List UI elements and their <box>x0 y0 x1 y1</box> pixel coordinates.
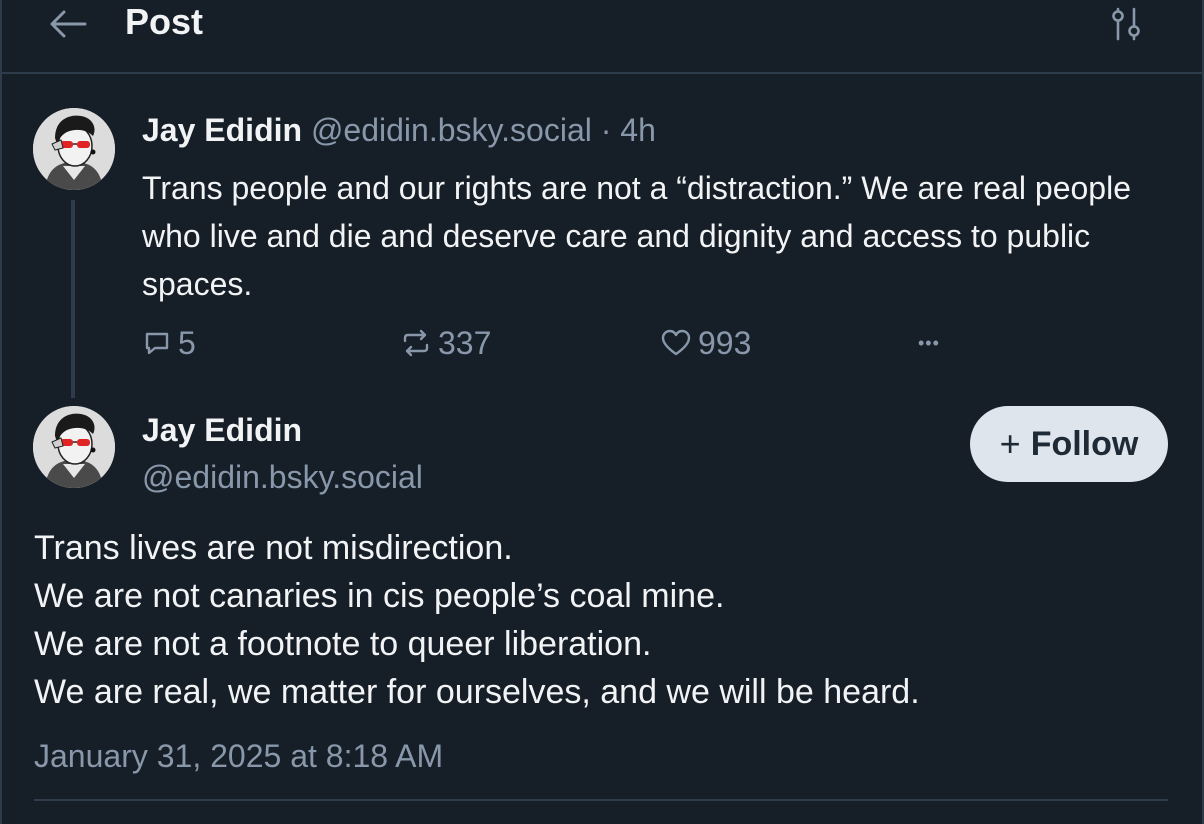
like-button[interactable]: 993 <box>660 320 751 366</box>
avatar-illustration <box>33 406 115 488</box>
post-line: Trans lives are not misdirection. <box>34 529 513 567</box>
reply-icon <box>145 332 169 355</box>
repost-icon <box>403 329 429 357</box>
post-line: We are real, we matter for ourselves, an… <box>34 673 920 711</box>
main-author-handle[interactable]: @edidin.bsky.social <box>142 455 423 499</box>
parent-author-avatar[interactable] <box>33 108 115 190</box>
arrow-left-icon <box>50 10 87 38</box>
like-count: 993 <box>698 324 752 361</box>
meta-separator: · <box>600 112 612 148</box>
main-author-name[interactable]: Jay Edidin <box>142 408 302 452</box>
thread-connector-line <box>71 200 75 398</box>
back-button[interactable] <box>44 2 92 46</box>
frame-left-border <box>0 0 2 824</box>
thread-settings-button[interactable] <box>1106 2 1146 46</box>
parent-author-row: Jay Edidin @edidin.bsky.social · 4h <box>142 110 656 150</box>
page-title: Post <box>125 1 204 42</box>
header-bar: Post <box>0 0 1204 74</box>
follow-button[interactable]: + Follow <box>970 406 1168 482</box>
post-timestamp: January 31, 2025 at 8:18 AM <box>34 738 444 774</box>
plus-icon: + <box>999 423 1021 464</box>
repost-button[interactable]: 337 <box>400 320 491 366</box>
parent-post-text: Trans people and our rights are not a “d… <box>142 170 1131 302</box>
post-line: We are not a footnote to queer liberatio… <box>34 625 652 663</box>
main-post-text: Trans lives are not misdirection. We are… <box>34 524 1174 716</box>
main-author-avatar[interactable] <box>33 406 115 488</box>
reply-button[interactable]: 5 <box>142 320 196 366</box>
more-options-button[interactable]: ••• <box>918 320 940 366</box>
parent-author-name[interactable]: Jay Edidin <box>142 112 302 148</box>
repost-count: 337 <box>438 324 492 361</box>
post-line: We are not canaries in cis people’s coal… <box>34 577 725 615</box>
avatar-illustration <box>33 108 115 190</box>
reply-count: 5 <box>178 324 196 361</box>
heart-icon <box>661 329 691 356</box>
sliders-icon <box>1112 7 1140 41</box>
parent-post-time[interactable]: 4h <box>620 112 656 148</box>
parent-author-handle[interactable]: @edidin.bsky.social <box>311 112 592 148</box>
section-divider <box>34 799 1168 801</box>
follow-label: Follow <box>1030 424 1139 463</box>
more-dots-icon: ••• <box>918 332 940 353</box>
parent-post-actions: 5 337 993 ••• <box>0 320 1204 366</box>
